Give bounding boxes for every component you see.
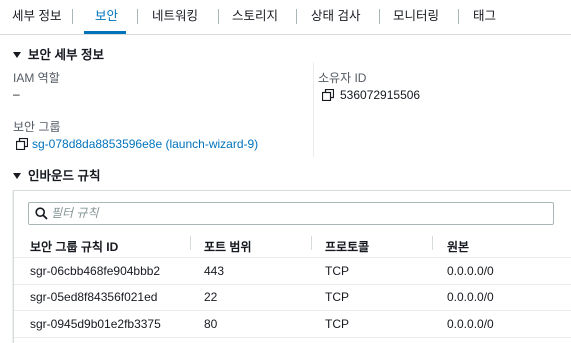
- inbound-rules-title: 인바운드 규칙: [28, 169, 101, 183]
- tab-networking[interactable]: 네트워킹: [152, 0, 198, 34]
- tab-divider: [296, 9, 297, 24]
- owner-id-label: 소유자 ID: [318, 71, 367, 85]
- column-header-port-range[interactable]: 포트 범위: [204, 238, 252, 255]
- column-divider: [313, 62, 314, 157]
- rule-id-cell: sgr-05ed8f84356f021ed: [30, 290, 158, 304]
- copy-icon[interactable]: [16, 138, 28, 150]
- row-divider: [14, 337, 571, 338]
- column-header-rule-id[interactable]: 보안 그룹 규칙 ID: [30, 238, 118, 255]
- row-divider: [14, 310, 571, 311]
- source-cell: 0.0.0.0/0: [447, 290, 494, 304]
- protocol-cell: TCP: [325, 290, 349, 304]
- tab-divider: [458, 9, 459, 24]
- copy-icon[interactable]: [322, 89, 334, 101]
- rule-id-cell: sgr-06cbb468fe904bbb2: [30, 264, 161, 278]
- tab-divider: [137, 9, 138, 24]
- filter-box: [28, 202, 554, 225]
- column-divider[interactable]: [311, 236, 312, 250]
- protocol-cell: TCP: [325, 317, 349, 331]
- iam-role-label: IAM 역할: [13, 71, 60, 85]
- row-divider: [14, 284, 571, 285]
- tab-divider: [379, 9, 380, 24]
- tab-monitoring[interactable]: 모니터링: [393, 0, 439, 34]
- tab-security[interactable]: 보안: [95, 0, 118, 34]
- inbound-rules-toggle[interactable]: 인바운드 규칙: [13, 165, 100, 184]
- security-details-toggle[interactable]: 보안 세부 정보: [13, 44, 104, 63]
- row-divider: [14, 257, 571, 258]
- tab-divider: [218, 9, 219, 24]
- rule-id-cell: sgr-0945d9b01e2fb3375: [30, 317, 161, 331]
- column-divider[interactable]: [190, 236, 191, 250]
- protocol-cell: TCP: [325, 264, 349, 278]
- security-groups-label: 보안 그룹: [13, 120, 61, 134]
- iam-role-value: –: [13, 87, 20, 101]
- tab-tags[interactable]: 태그: [473, 0, 496, 34]
- caret-down-icon: [13, 173, 21, 179]
- filter-rules-input[interactable]: [51, 204, 546, 222]
- port-range-cell: 80: [204, 317, 218, 331]
- tab-bar: 세부 정보 보안 네트워킹 스토리지 상태 검사 모니터링 태그: [0, 0, 571, 35]
- source-cell: 0.0.0.0/0: [447, 264, 494, 278]
- tab-details[interactable]: 세부 정보: [12, 0, 61, 34]
- column-header-source[interactable]: 원본: [447, 238, 469, 255]
- active-tab-indicator: [84, 31, 126, 34]
- column-header-protocol[interactable]: 프로토콜: [325, 238, 369, 255]
- source-cell: 0.0.0.0/0: [447, 317, 494, 331]
- column-divider[interactable]: [432, 236, 433, 250]
- caret-down-icon: [13, 52, 21, 58]
- port-range-cell: 443: [204, 264, 225, 278]
- search-icon: [35, 207, 48, 220]
- tab-status-checks[interactable]: 상태 검사: [311, 0, 360, 34]
- security-details-title: 보안 세부 정보: [28, 48, 104, 62]
- tab-divider: [72, 9, 73, 24]
- security-group-link[interactable]: sg-078d8da8853596e8e (launch-wizard-9): [32, 137, 258, 151]
- owner-id-value: 536072915506: [340, 88, 421, 102]
- port-range-cell: 22: [204, 290, 218, 304]
- tab-storage[interactable]: 스토리지: [232, 0, 278, 34]
